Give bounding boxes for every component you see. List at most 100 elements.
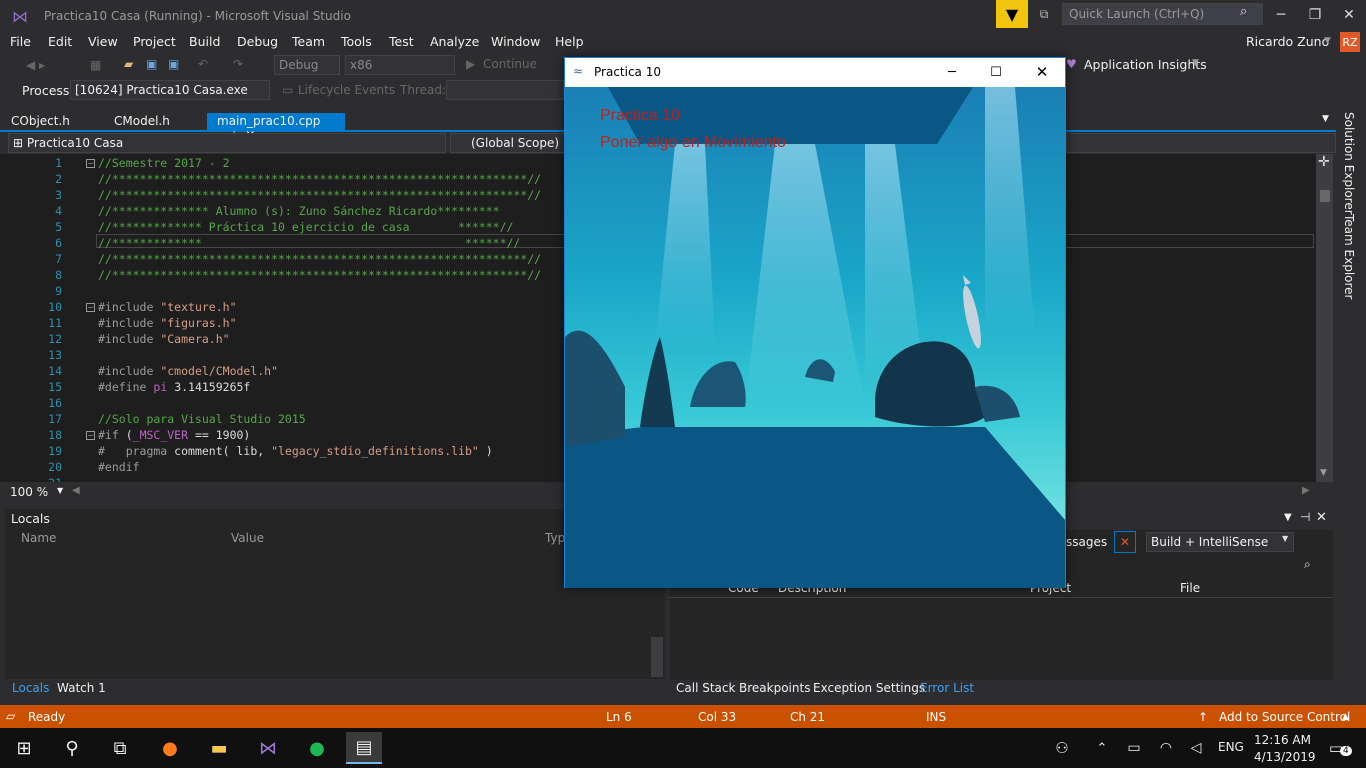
play-icon[interactable]: ▶ — [466, 57, 475, 71]
user-name[interactable]: Ricardo Zuno — [1246, 34, 1329, 49]
file-explorer-icon[interactable]: ▬ — [201, 732, 237, 764]
chevron-down-icon[interactable]: ▼ — [1324, 36, 1331, 46]
search-icon[interactable]: ⌕ — [1240, 4, 1247, 19]
col-file[interactable]: File — [1180, 581, 1200, 595]
menu-team[interactable]: Team — [292, 34, 325, 49]
solution-explorer-tab[interactable]: Solution Explorer — [1342, 112, 1356, 215]
scroll-down-icon[interactable]: ▼ — [1320, 468, 1327, 478]
col-name[interactable]: Name — [21, 531, 56, 545]
menu-window[interactable]: Window — [491, 34, 540, 49]
locals-scrollbar[interactable] — [651, 637, 663, 677]
scroll-left-icon[interactable]: ◀ — [72, 485, 80, 496]
platform-select[interactable]: x86 — [345, 55, 455, 75]
code-line[interactable]: //**************************************… — [98, 268, 541, 282]
back-icon[interactable]: ◀ ▸ — [26, 58, 45, 72]
show-hidden-icons-icon[interactable]: ⌃ — [1084, 732, 1120, 764]
app-minimize-button[interactable]: ─ — [935, 60, 969, 84]
minimize-button[interactable]: ─ — [1264, 2, 1298, 28]
battery-icon[interactable]: ▭ — [1116, 732, 1152, 764]
menu-view[interactable]: View — [88, 34, 118, 49]
code-line[interactable]: #if (_MSC_VER == 1900) — [98, 428, 250, 442]
practica-10-app-icon[interactable]: ▤ — [346, 732, 382, 764]
tab-locals[interactable]: Locals — [12, 681, 49, 695]
close-panel-icon[interactable]: ✕ — [1316, 510, 1327, 525]
clock-date[interactable]: 4/13/2019 — [1254, 750, 1316, 764]
app-maximize-button[interactable]: ☐ — [979, 60, 1013, 84]
code-line[interactable]: #include "texture.h" — [98, 300, 237, 314]
quick-launch-input[interactable]: Quick Launch (Ctrl+Q) — [1062, 3, 1263, 25]
project-select[interactable]: ⊞ Practica10 Casa — [8, 133, 446, 153]
code-line[interactable]: #include "cmodel/CModel.h" — [98, 364, 278, 378]
practica-10-window[interactable]: ≈ Practica 10 ─ ☐ ✕ Practica 10 Poner al… — [564, 57, 1066, 588]
code-line[interactable]: //**************************************… — [98, 252, 541, 266]
lifecycle-events-button[interactable]: Lifecycle Events — [298, 83, 395, 97]
build-intellisense-select[interactable]: Build + IntelliSense — [1146, 532, 1294, 552]
tab-call-stack[interactable]: Call Stack — [676, 681, 735, 695]
tab-watch-1[interactable]: Watch 1 — [57, 681, 106, 695]
team-explorer-tab[interactable]: Team Explorer — [1342, 214, 1356, 300]
search-icon[interactable]: ⚲ — [54, 732, 90, 764]
maximize-button[interactable]: ❐ — [1298, 2, 1332, 28]
chevron-down-icon[interactable]: ▼ — [1192, 58, 1199, 68]
zoom-level[interactable]: 100 % — [10, 485, 48, 499]
code-line[interactable]: //**************************************… — [98, 188, 541, 202]
code-line[interactable]: #define pi 3.14159265f — [98, 380, 250, 394]
app-close-button[interactable]: ✕ — [1025, 60, 1059, 84]
code-line[interactable]: //**************************************… — [98, 172, 541, 186]
menu-analyze[interactable]: Analyze — [430, 34, 479, 49]
tab-main-prac10-cpp[interactable]: main_prac10.cpp ⊣ ✕ — [207, 113, 345, 142]
configuration-select[interactable]: Debug — [274, 55, 340, 75]
code-line[interactable]: //Solo para Visual Studio 2015 — [98, 412, 306, 426]
windows-start-icon[interactable]: ⊞ — [6, 732, 42, 764]
visual-studio-icon[interactable]: ⋈ — [250, 732, 286, 764]
save-icon[interactable]: ▣ — [146, 57, 157, 71]
spotify-icon[interactable]: ● — [299, 732, 335, 764]
menu-edit[interactable]: Edit — [48, 34, 72, 49]
col-type[interactable]: Typ — [545, 531, 565, 545]
firefox-icon[interactable]: ● — [152, 732, 188, 764]
redo-icon[interactable]: ↷ — [233, 57, 243, 71]
feedback-icon[interactable]: ⧉ — [1034, 4, 1054, 24]
task-view-icon[interactable]: ⧉ — [102, 732, 138, 764]
application-insights-button[interactable]: Application Insights — [1084, 57, 1207, 72]
opengl-scene[interactable]: Practica 10 Poner algo en Movimiento — [565, 87, 1065, 588]
menu-debug[interactable]: Debug — [237, 34, 278, 49]
menu-help[interactable]: Help — [555, 34, 584, 49]
people-icon[interactable]: ⚇ — [1044, 732, 1080, 764]
code-line[interactable]: #endif — [98, 460, 140, 474]
menu-build[interactable]: Build — [189, 34, 220, 49]
split-icon[interactable]: ✛ — [1318, 154, 1330, 170]
chevron-down-icon[interactable]: ▼ — [1284, 512, 1292, 523]
save-all-icon[interactable]: ▣ — [168, 57, 179, 71]
chevron-down-icon[interactable]: ▼ — [57, 486, 63, 495]
language-indicator[interactable]: ENG — [1218, 740, 1244, 754]
code-line[interactable]: # pragma comment( lib, "legacy_stdio_def… — [98, 444, 493, 458]
close-button[interactable]: ✕ — [1332, 2, 1366, 28]
menu-tools[interactable]: Tools — [341, 34, 372, 49]
editor-vertical-scrollbar[interactable] — [1316, 154, 1333, 482]
avatar[interactable]: RZ — [1340, 32, 1360, 52]
tab-cobject-h[interactable]: CObject.h — [1, 113, 80, 131]
chevron-down-icon[interactable]: ▼ — [1322, 114, 1329, 124]
filter-icon[interactable]: ✕ — [1114, 531, 1136, 553]
add-to-source-control-button[interactable]: Add to Source Control — [1219, 710, 1350, 724]
pin-icon[interactable]: ⊣ — [1300, 510, 1310, 524]
code-line[interactable]: #include "figuras.h" — [98, 316, 237, 330]
col-value[interactable]: Value — [231, 531, 264, 545]
code-line[interactable]: //************* ******// — [98, 236, 520, 250]
code-line[interactable]: //************* Práctica 10 ejercicio de… — [98, 220, 513, 234]
code-line[interactable]: //Semestre 2017 - 2 — [98, 156, 230, 170]
notification-filter-icon[interactable]: ▼ — [996, 0, 1028, 28]
open-folder-icon[interactable]: ▰ — [124, 57, 133, 71]
scrollbar-thumb[interactable] — [1320, 190, 1330, 202]
tab-cmodel-h[interactable]: CModel.h — [104, 113, 180, 131]
fold-icon[interactable]: − — [86, 303, 95, 312]
undo-icon[interactable]: ↶ — [198, 57, 208, 71]
menu-project[interactable]: Project — [133, 34, 176, 49]
code-line[interactable]: #include "Camera.h" — [98, 332, 230, 346]
menu-file[interactable]: File — [10, 34, 31, 49]
clock-time[interactable]: 12:16 AM — [1254, 733, 1311, 747]
fold-icon[interactable]: − — [86, 431, 95, 440]
new-project-icon[interactable]: ▦ — [90, 58, 101, 72]
search-icon[interactable]: ⌕ — [1304, 557, 1311, 572]
